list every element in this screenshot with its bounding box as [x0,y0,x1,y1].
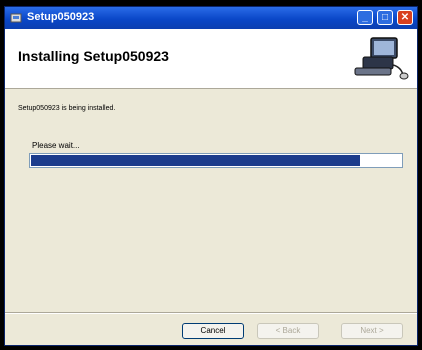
header-panel: Installing Setup050923 [5,29,417,89]
status-text: Setup050923 is being installed. [18,105,116,112]
minimize-icon: _ [362,12,368,23]
close-icon: ✕ [400,12,410,23]
maximize-icon: □ [381,12,389,23]
wait-label: Please wait... [32,141,80,150]
window-title: Setup050923 [27,11,95,23]
progress-bar [29,153,403,168]
page-title: Installing Setup050923 [18,48,169,64]
title-bar[interactable]: Setup050923 _ □ ✕ [5,7,417,29]
minimize-button[interactable]: _ [357,10,373,25]
maximize-button[interactable]: □ [377,10,393,25]
back-button[interactable]: < Back [257,323,319,339]
installer-icon [10,11,22,23]
footer-divider [5,312,417,314]
progress-fill [31,155,360,166]
close-button[interactable]: ✕ [397,10,413,25]
next-button[interactable]: Next > [341,323,403,339]
installer-window: Setup050923 _ □ ✕ Installing Setup050923… [4,6,418,346]
computer-logo-icon [349,35,409,81]
cancel-button[interactable]: Cancel [182,323,244,339]
